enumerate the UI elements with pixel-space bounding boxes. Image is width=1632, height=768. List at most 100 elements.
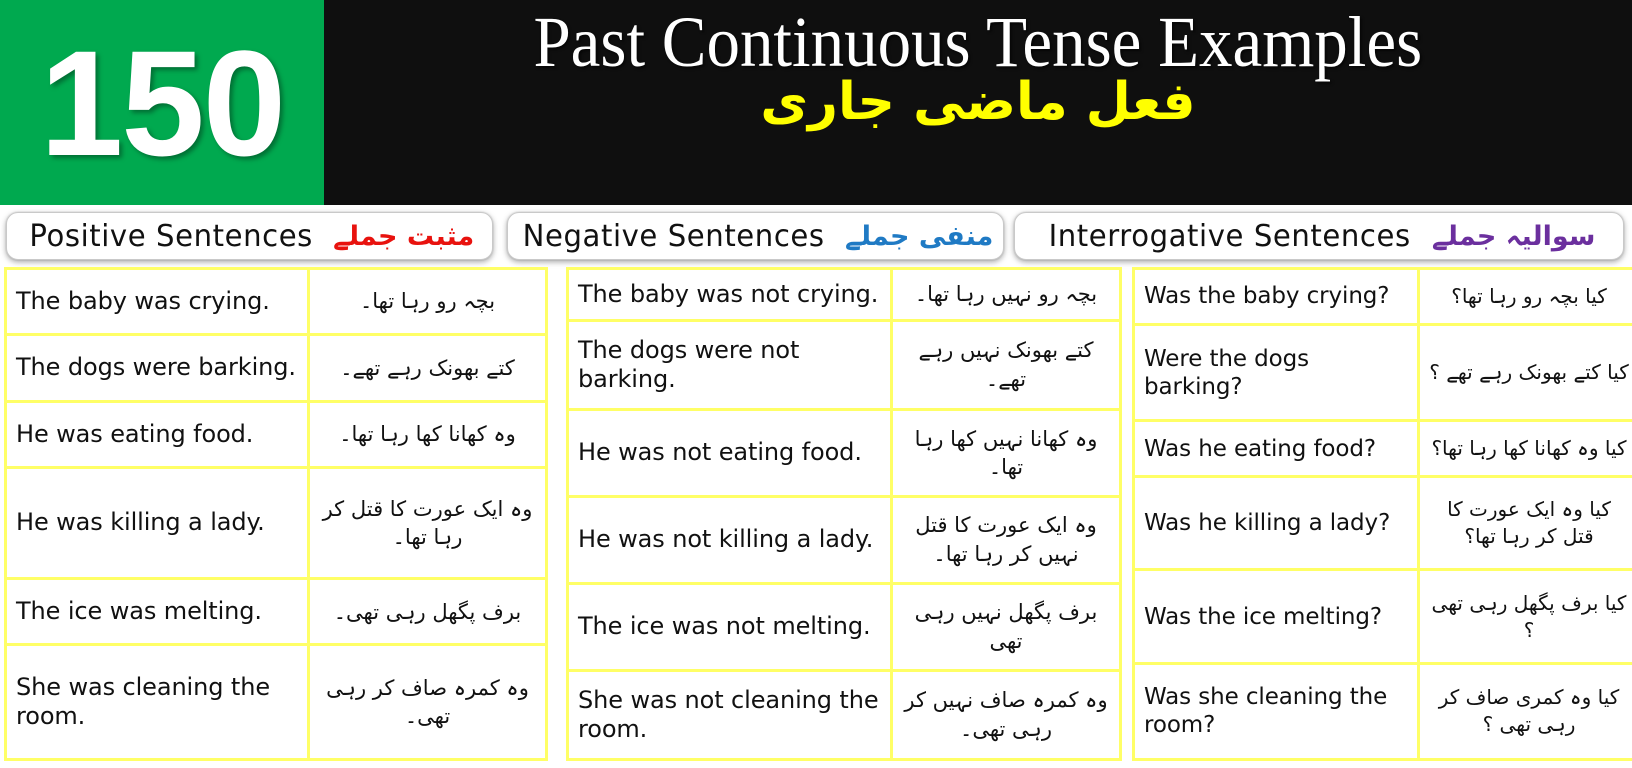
sentence-english: The baby was not crying.: [578, 279, 879, 308]
cell-english: Were the dogs barking?: [1132, 322, 1420, 423]
cell-urdu: وہ ایک عورت کا قتل کر رہا تھا۔: [307, 465, 548, 581]
sentence-english: Was she cleaning the room?: [1144, 684, 1388, 739]
sentence-english: Were the dogs barking?: [1144, 345, 1309, 400]
cell-urdu: کیا برف پگھل رہی تھی ؟: [1417, 568, 1632, 665]
table-row: Was the baby crying? کیا بچہ رو رہا تھا؟: [1132, 267, 1632, 326]
sentence-urdu: بچہ رو رہا تھا۔: [359, 289, 496, 314]
sentence-urdu: وہ ایک عورت کا قتل کر رہا تھا۔: [322, 496, 533, 549]
sentence-urdu: وہ کھانا کھا رہا تھا۔: [339, 421, 516, 446]
table-row: The dogs were barking. کتے بھونک رہے تھے…: [4, 333, 548, 403]
page-header: 150 Past Continuous Tense Examples فعل م…: [0, 0, 1632, 205]
tab-positive-label-en: Positive Sentences: [29, 218, 313, 254]
sentence-english: He was not eating food.: [578, 438, 862, 467]
sentence-urdu: کیا کتے بھونک رہے تھے ؟: [1429, 360, 1629, 385]
table-row: The ice was melting. برف پگھل رہی تھی۔: [4, 577, 548, 647]
table-row: The dogs were not barking. کتے بھونک نہی…: [566, 318, 1122, 411]
cell-urdu: بچہ رو رہا تھا۔: [307, 266, 548, 337]
sentence-urdu: کیا وہ کمری صاف کر رہی تھی ؟: [1438, 685, 1620, 737]
sentence-english: The baby was crying.: [16, 287, 270, 315]
table-row: Was he eating food? کیا وہ کھانا کھا رہا…: [1132, 419, 1632, 479]
cell-urdu: کیا وہ کمری صاف کر رہی تھی ؟: [1417, 661, 1632, 762]
sentence-urdu: برف پگھل رہی تھی۔: [333, 599, 522, 624]
cell-urdu: کیا وہ ایک عورت کا قتل کر رہا تھا؟: [1417, 475, 1632, 572]
table-row: Was the ice melting? کیا برف پگھل رہی تھ…: [1132, 568, 1632, 665]
cell-urdu: بچہ رو نہیں رہا تھا۔: [890, 267, 1122, 322]
table-row: She was not cleaning the room. وہ کمرہ ص…: [566, 668, 1122, 762]
tab-negative-sentences[interactable]: Negative Sentences منفی جملے: [507, 212, 1004, 260]
table-interrogative-sentences: Was the baby crying? کیا بچہ رو رہا تھا؟…: [1132, 267, 1632, 762]
title-block: Past Continuous Tense Examples فعل ماضی …: [324, 0, 1632, 205]
sentence-urdu: برف پگھل نہیں رہی تھی: [914, 600, 1098, 653]
table-row: The baby was not crying. بچہ رو نہیں رہا…: [566, 267, 1122, 322]
sentence-english: Was the ice melting?: [1144, 603, 1382, 630]
sentence-urdu: وہ ایک عورت کا قتل نہیں کر رہا تھا۔: [915, 513, 1097, 566]
cell-urdu: وہ کھانا کھا رہا تھا۔: [307, 399, 548, 469]
cell-urdu: کیا وہ کھانا کھا رہا تھا؟: [1417, 419, 1632, 479]
cell-english: He was eating food.: [4, 399, 310, 469]
table-row: He was not killing a lady. وہ ایک عورت ک…: [566, 494, 1122, 585]
table-row: Was she cleaning the room? کیا وہ کمری ص…: [1132, 661, 1632, 762]
tab-interrogative-sentences[interactable]: Interrogative Sentences سوالیہ جملے: [1014, 212, 1624, 260]
table-row: He was killing a lady. وہ ایک عورت کا قت…: [4, 465, 548, 581]
cell-english: Was he eating food?: [1132, 419, 1420, 479]
cell-english: The ice was melting.: [4, 577, 310, 647]
sentence-english: The ice was not melting.: [578, 612, 871, 641]
tab-negative-label-en: Negative Sentences: [522, 218, 825, 254]
cell-english: She was not cleaning the room.: [566, 668, 893, 762]
sentence-english: The dogs were not barking.: [578, 335, 800, 393]
cell-urdu: کتے بھونک رہے تھے۔: [307, 333, 548, 403]
table-row: He was not eating food. وہ کھانا نہیں کھ…: [566, 407, 1122, 498]
cell-urdu: وہ کمرہ صاف نہیں کر رہی تھی۔: [890, 668, 1122, 762]
cell-english: The baby was crying.: [4, 266, 310, 337]
table-row: Were the dogs barking? کیا کتے بھونک رہے…: [1132, 322, 1632, 423]
cell-urdu: وہ کھانا نہیں کھا رہا تھا۔: [890, 407, 1122, 498]
sentence-urdu: کتے بھونک نہیں رہے تھے۔: [918, 338, 1094, 391]
cell-urdu: برف پگھل رہی تھی۔: [307, 577, 548, 647]
sentence-english: The dogs were barking.: [16, 353, 296, 382]
table-negative-sentences: The baby was not crying. بچہ رو نہیں رہا…: [566, 267, 1122, 762]
cell-urdu: وہ ایک عورت کا قتل نہیں کر رہا تھا۔: [890, 494, 1122, 585]
sentence-english: Was he killing a lady?: [1144, 510, 1391, 537]
cell-english: Was she cleaning the room?: [1132, 661, 1420, 762]
tab-negative-label-ur: منفی جملے: [845, 220, 994, 252]
sentence-urdu: کیا وہ ایک عورت کا قتل کر رہا تھا؟: [1447, 497, 1611, 549]
sentence-english: He was eating food.: [16, 419, 254, 448]
cell-english: The dogs were barking.: [4, 333, 310, 403]
page-title-urdu: فعل ماضی جاری: [760, 72, 1196, 133]
cell-english: He was not eating food.: [566, 407, 893, 498]
sentence-urdu: کیا بچہ رو رہا تھا؟: [1451, 284, 1607, 308]
sentence-urdu: وہ کھانا نہیں کھا رہا تھا۔: [914, 426, 1098, 479]
cell-urdu: برف پگھل نہیں رہی تھی: [890, 581, 1122, 672]
cell-english: He was killing a lady.: [4, 465, 310, 581]
sentence-urdu: کیا وہ کھانا کھا رہا تھا؟: [1431, 436, 1627, 461]
sentence-urdu: بچہ رو نہیں رہا تھا۔: [914, 282, 1098, 307]
sentence-english: The ice was melting.: [16, 597, 262, 626]
cell-english: He was not killing a lady.: [566, 494, 893, 585]
tab-positive-sentences[interactable]: Positive Sentences مثبت جملے: [6, 212, 493, 260]
count-badge: 150: [0, 0, 324, 205]
cell-english: The baby was not crying.: [566, 267, 893, 322]
table-row: Was he killing a lady? کیا وہ ایک عورت ک…: [1132, 475, 1632, 572]
table-positive-sentences: The baby was crying. بچہ رو رہا تھا۔ The…: [4, 266, 548, 761]
table-row: She was cleaning the room. وہ کمرہ صاف ک…: [4, 643, 548, 761]
tab-positive-label-ur: مثبت جملے: [333, 220, 475, 252]
cell-english: Was the baby crying?: [1132, 267, 1420, 326]
table-row: The ice was not melting. برف پگھل نہیں ر…: [566, 581, 1122, 672]
cell-urdu: کتے بھونک نہیں رہے تھے۔: [890, 318, 1122, 411]
sentence-urdu: کتے بھونک رہے تھے۔: [340, 355, 515, 380]
sentence-urdu: وہ کمرہ صاف نہیں کر رہی تھی۔: [904, 688, 1108, 741]
tab-interrogative-label-en: Interrogative Sentences: [1048, 218, 1411, 254]
sentence-english: Was he eating food?: [1144, 435, 1376, 462]
sentence-english: She was cleaning the room.: [16, 672, 270, 731]
sentence-english: Was the baby crying?: [1144, 283, 1390, 310]
table-row: He was eating food. وہ کھانا کھا رہا تھا…: [4, 399, 548, 469]
cell-english: She was cleaning the room.: [4, 643, 310, 761]
sentence-english: He was not killing a lady.: [578, 525, 874, 554]
page-title-english: Past Continuous Tense Examples: [533, 2, 1423, 82]
cell-urdu: کیا بچہ رو رہا تھا؟: [1417, 267, 1632, 326]
sentence-urdu: کیا برف پگھل رہی تھی ؟: [1431, 590, 1627, 642]
cell-english: Was the ice melting?: [1132, 568, 1420, 665]
section-headers: Positive Sentences مثبت جملے Negative Se…: [0, 205, 1632, 267]
cell-english: Was he killing a lady?: [1132, 475, 1420, 572]
sentence-english: She was not cleaning the room.: [578, 685, 879, 743]
